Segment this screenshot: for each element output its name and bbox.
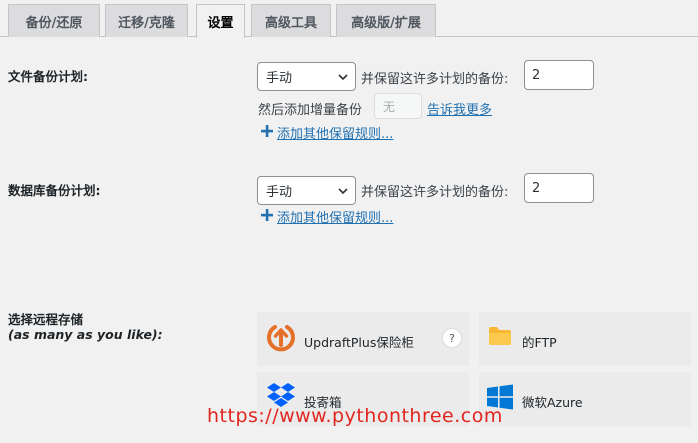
settings-tab-bar: 备份/还原 迁移/克隆 设置 高级工具 高级版/扩展: [0, 0, 698, 38]
storage-option-ftp[interactable]: 的FTP: [479, 312, 691, 366]
remote-storage-label: 选择远程存储: [8, 312, 84, 327]
tab-backup-restore[interactable]: 备份/还原: [8, 4, 100, 37]
file-backup-schedule-value: 手动: [266, 71, 293, 86]
tab-settings[interactable]: 设置: [196, 4, 245, 38]
database-backup-schedule-label: 数据库备份计划:: [8, 183, 101, 198]
file-add-retention-rule-link[interactable]: 添加其他保留规则...: [277, 123, 393, 142]
watermark-text: https://www.pythonthree.com: [207, 405, 503, 427]
help-icon[interactable]: ?: [442, 328, 462, 348]
tab-premium-extensions[interactable]: 高级版/扩展: [336, 4, 436, 37]
file-retain-label: 并保留这许多计划的备份:: [361, 72, 509, 87]
database-retain-label: 并保留这许多计划的备份:: [361, 185, 509, 200]
database-retain-count-input[interactable]: 2: [524, 173, 594, 203]
folder-icon: [489, 327, 511, 345]
plus-icon: [261, 125, 273, 137]
storage-option-azure[interactable]: 微软Azure: [479, 372, 691, 426]
tab-migrate-clone[interactable]: 迁移/克隆: [105, 4, 188, 37]
database-backup-schedule-select[interactable]: 手动: [257, 176, 356, 205]
storage-option-updraftplus-vault[interactable]: UpdraftPlus保险柜 ?: [257, 312, 469, 366]
plus-icon: [261, 209, 273, 221]
chevron-down-icon: [338, 74, 348, 81]
incremental-backup-select[interactable]: 无: [374, 93, 422, 119]
learn-more-link[interactable]: 告诉我更多: [427, 99, 492, 118]
file-retain-count-input[interactable]: 2: [524, 60, 594, 90]
updraftplus-vault-icon: [267, 325, 295, 352]
file-backup-schedule-label: 文件备份计划:: [8, 69, 88, 84]
incremental-backup-label: 然后添加增量备份: [258, 103, 363, 118]
chevron-down-icon: [338, 188, 348, 195]
tab-advanced-tools[interactable]: 高级工具: [251, 4, 331, 37]
database-backup-schedule-value: 手动: [266, 185, 293, 200]
database-add-retention-rule-link[interactable]: 添加其他保留规则...: [277, 207, 393, 226]
storage-option-label: UpdraftPlus保险柜: [304, 335, 414, 350]
storage-option-label: 微软Azure: [522, 395, 583, 410]
remote-storage-sublabel: (as many as you like):: [8, 327, 163, 342]
storage-option-label: 的FTP: [522, 335, 557, 350]
file-backup-schedule-select[interactable]: 手动: [257, 62, 356, 91]
